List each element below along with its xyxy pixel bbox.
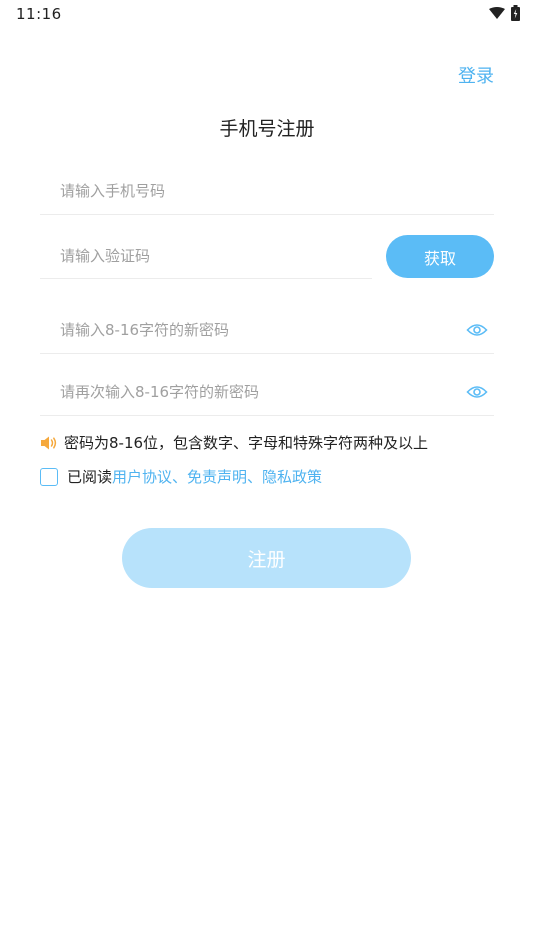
password-input[interactable] <box>40 306 494 353</box>
phone-input[interactable] <box>40 168 494 214</box>
confirm-password-field <box>40 368 494 416</box>
agreement-prefix: 已阅读 <box>67 468 113 486</box>
speaker-icon <box>40 435 58 451</box>
wifi-icon <box>489 7 505 19</box>
status-time: 11:16 <box>16 5 62 23</box>
password-hint: 密码为8-16位，包含数字、字母和特殊字符两种及以上 <box>40 432 428 453</box>
agreement-row: 已阅读 用户协议、免责声明、隐私政策 <box>40 466 322 487</box>
password-field <box>40 306 494 354</box>
battery-icon <box>511 5 520 21</box>
agreement-links[interactable]: 用户协议、免责声明、隐私政策 <box>112 466 322 487</box>
eye-icon[interactable] <box>466 322 488 338</box>
eye-icon[interactable] <box>466 384 488 400</box>
register-button[interactable]: 注册 <box>122 528 411 588</box>
verification-code-field <box>40 234 372 279</box>
phone-field <box>40 168 494 215</box>
status-icons <box>489 5 520 21</box>
status-bar: 11:16 <box>0 0 534 28</box>
page-title: 手机号注册 <box>219 118 315 140</box>
login-link[interactable]: 登录 <box>458 62 494 88</box>
agreement-checkbox[interactable] <box>40 467 58 486</box>
verification-code-input[interactable] <box>40 234 372 278</box>
confirm-password-input[interactable] <box>40 368 494 415</box>
get-code-button[interactable]: 获取 <box>386 235 494 278</box>
password-hint-text: 密码为8-16位，包含数字、字母和特殊字符两种及以上 <box>64 434 429 452</box>
